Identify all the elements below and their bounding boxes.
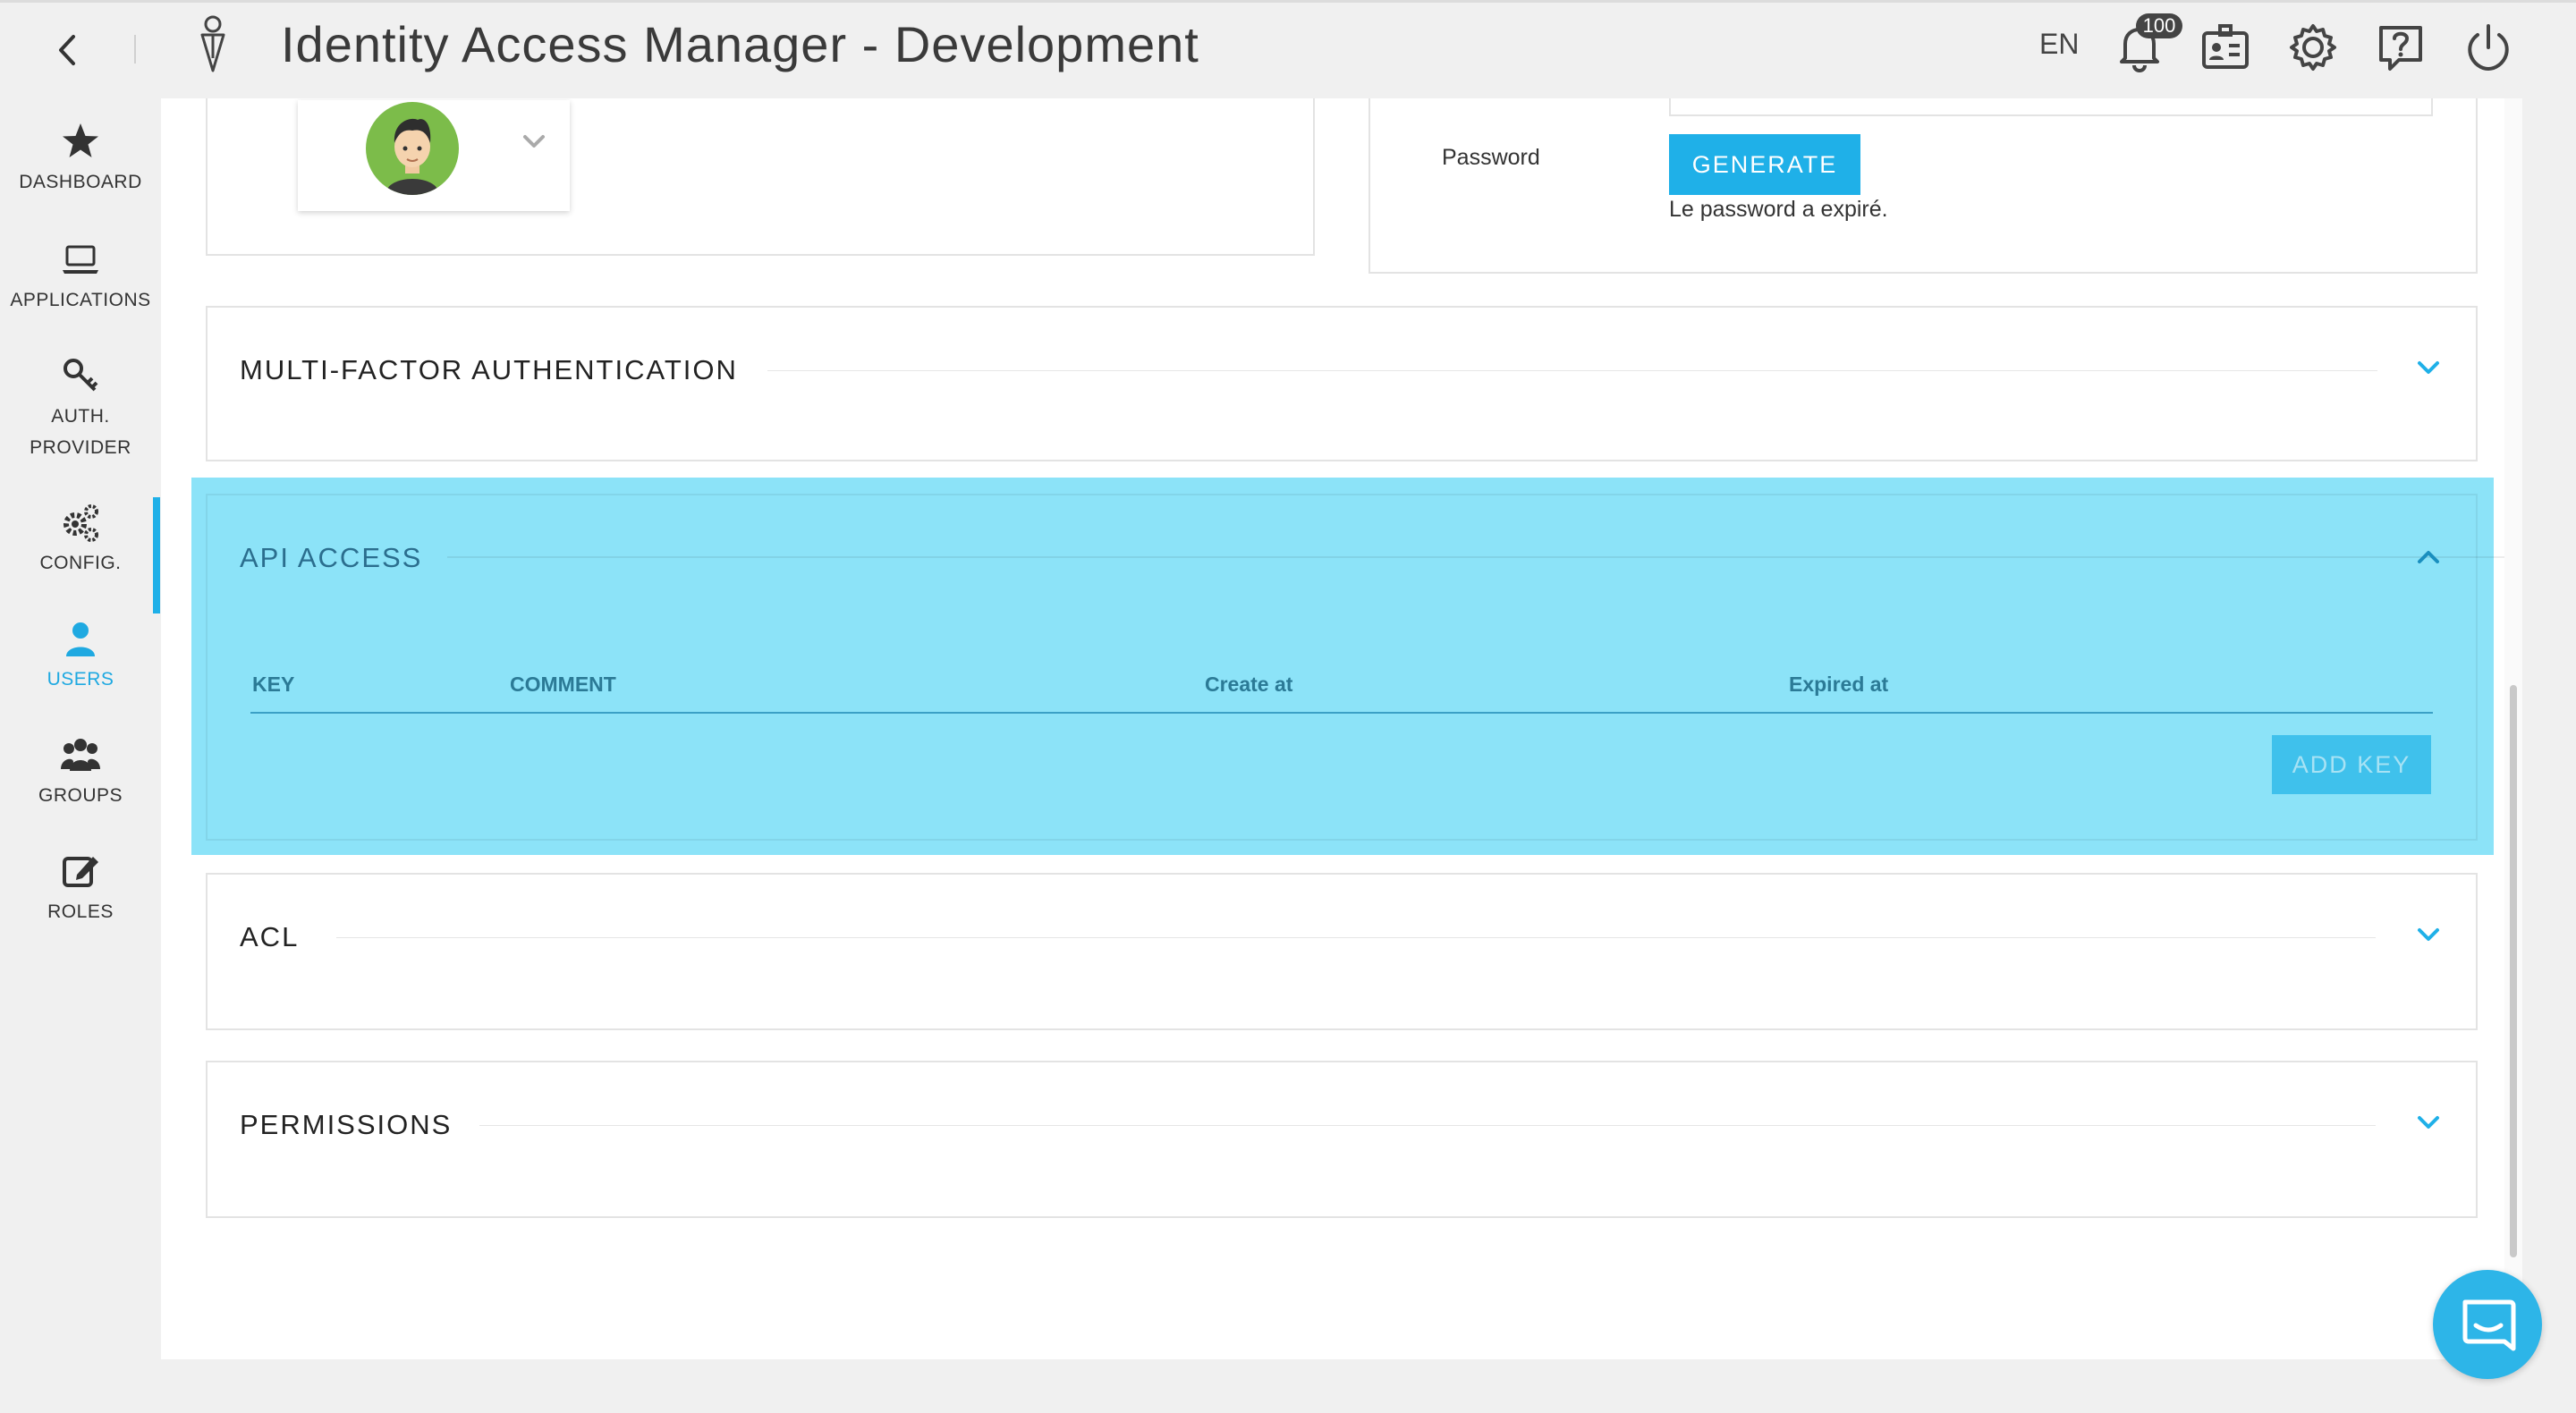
permissions-section[interactable] [206,1061,2478,1218]
mfa-title: MULTI-FACTOR AUTHENTICATION [240,354,738,385]
chat-launcher-button[interactable] [2433,1270,2542,1379]
sidebar-item-applications[interactable]: APPLICATIONS [0,240,161,316]
id-card-icon[interactable] [2197,19,2254,76]
chevron-down-icon[interactable] [520,127,548,156]
column-header-expired-at: Expired at [1789,673,1889,696]
gears-icon [61,503,100,542]
column-header-comment: COMMENT [510,673,616,696]
sidebar-item-label: APPLICATIONS [10,290,151,310]
scrollbar-thumb[interactable] [2510,685,2517,1257]
sidebar-item-label: ROLES [47,901,114,922]
permissions-title: PERMISSIONS [240,1109,453,1140]
back-icon[interactable] [50,28,86,72]
sidebar-item-config[interactable]: CONFIG. [0,503,161,579]
sidebar-item-label: CONFIG. [39,553,122,573]
sidebar-item-roles[interactable]: ROLES [0,851,161,927]
group-icon [61,735,100,774]
gear-icon[interactable] [2284,19,2342,76]
main-content: Password GENERATE Le password a expiré. … [161,98,2522,1359]
password-card [1368,98,2478,274]
app-title: Identity Access Manager - Development [281,16,1199,72]
chevron-down-icon[interactable] [2413,919,2444,950]
sidebar-item-label: USERS [47,669,114,690]
power-icon[interactable] [2460,19,2517,76]
add-key-button[interactable]: ADD KEY [2272,735,2431,794]
section-divider [479,1125,2376,1126]
profile-card [206,98,1315,256]
chevron-down-icon[interactable] [2413,352,2444,383]
acl-section[interactable] [206,873,2478,1030]
generate-button[interactable]: GENERATE [1669,134,1860,195]
edit-icon [61,851,100,891]
section-divider [447,556,2522,558]
active-nav-indicator [153,497,160,613]
acl-title: ACL [240,921,300,952]
section-divider [767,370,2377,371]
api-access-section [206,494,2478,841]
language-selector[interactable]: EN [2039,28,2079,61]
chevron-down-icon[interactable] [2413,1107,2444,1138]
star-icon [61,122,100,161]
avatar [366,102,459,195]
help-icon[interactable] [2372,19,2429,76]
key-icon [61,356,100,395]
section-divider [336,937,2376,938]
user-icon [61,619,100,658]
header-divider [134,35,136,63]
chat-icon [2462,1299,2516,1351]
password-label: Password [1442,145,1540,170]
column-header-key: KEY [252,673,295,696]
password-field[interactable] [1669,98,2433,116]
avatar-selector[interactable] [298,100,570,211]
sidebar-item-label: GROUPS [38,785,123,806]
sidebar-item-auth-provider[interactable]: AUTH. PROVIDER [0,356,161,463]
sidebar-item-label: AUTH. [51,406,110,427]
sidebar-item-users[interactable]: USERS [0,619,161,695]
logo-icon [193,15,233,74]
sidebar-item-dashboard[interactable]: DASHBOARD [0,122,161,198]
sidebar-item-label: PROVIDER [30,437,131,458]
chevron-up-icon[interactable] [2413,542,2444,572]
sidebar-item-label: DASHBOARD [19,172,142,192]
column-header-create-at: Create at [1205,673,1293,696]
api-access-title: API ACCESS [240,542,423,573]
sidebar-item-groups[interactable]: GROUPS [0,735,161,811]
top-bar: Identity Access Manager - Development EN… [0,0,2576,98]
laptop-icon [61,240,100,279]
table-header-divider [250,712,2433,714]
password-expired-message: Le password a expiré. [1669,197,1888,222]
notification-badge: 100 [2136,13,2182,38]
sidebar: DASHBOARD APPLICATIONS AUTH. PROVIDER CO… [0,98,161,1413]
